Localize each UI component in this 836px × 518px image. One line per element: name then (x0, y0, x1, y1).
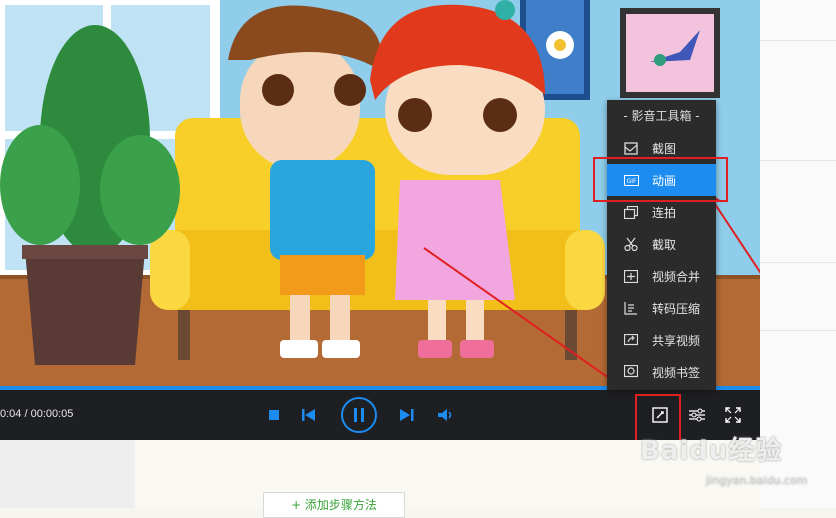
fullscreen-icon[interactable] (723, 405, 743, 425)
next-icon[interactable] (398, 407, 416, 423)
baidu-watermark: Baidu经验 jingyan.baidu.com (640, 430, 808, 487)
menu-item-label: 视频书签 (652, 365, 701, 380)
divider (760, 160, 836, 161)
previous-icon[interactable] (300, 407, 318, 423)
merge-icon (623, 268, 639, 284)
stop-icon[interactable] (266, 407, 282, 423)
menu-item-merge[interactable]: 视频合并 (607, 260, 716, 292)
screenshot-icon (623, 140, 639, 156)
toolbox-title: - 影音工具箱 - (623, 109, 700, 123)
menu-item-label: 共享视频 (652, 333, 701, 348)
share-icon (623, 332, 639, 348)
page-left-area (0, 440, 135, 508)
watermark-brand: Baidu经验 (640, 436, 783, 466)
menu-item-label: 视频合并 (652, 269, 701, 284)
pause-button[interactable] (340, 396, 378, 434)
menu-item-label: 截取 (652, 237, 677, 252)
menu-item-label: 连拍 (652, 205, 677, 220)
menu-item-share[interactable]: 共享视频 (607, 324, 716, 356)
compress-icon (623, 300, 639, 316)
settings-sliders-icon[interactable] (687, 405, 707, 425)
video-player: 0:04 / 00:00:05 - 影音工具箱 - 截图 GIF 动画 连拍 截… (0, 0, 760, 440)
menu-item-bookmark[interactable]: 视频书签 (607, 356, 716, 388)
highlight-box-gif (593, 157, 728, 202)
divider (760, 330, 836, 331)
menu-item-label: 截图 (652, 141, 677, 156)
divider (760, 262, 836, 263)
menu-item-compress[interactable]: 转码压缩 (607, 292, 716, 324)
volume-icon[interactable] (437, 407, 455, 423)
scissors-icon (623, 236, 639, 252)
add-step-button[interactable]: + 添加步骤方法 (263, 492, 405, 518)
burst-icon (623, 204, 639, 220)
menu-item-clip[interactable]: 截取 (607, 228, 716, 260)
divider (760, 40, 836, 41)
time-display: 0:04 / 00:00:05 (0, 408, 74, 420)
menu-item-label: 转码压缩 (652, 301, 701, 316)
toolbox-menu: - 影音工具箱 - 截图 GIF 动画 连拍 截取 视频合并 转码压缩 共享视频 (607, 100, 716, 390)
bookmark-icon (623, 364, 639, 380)
watermark-url: jingyan.baidu.com (706, 474, 808, 487)
